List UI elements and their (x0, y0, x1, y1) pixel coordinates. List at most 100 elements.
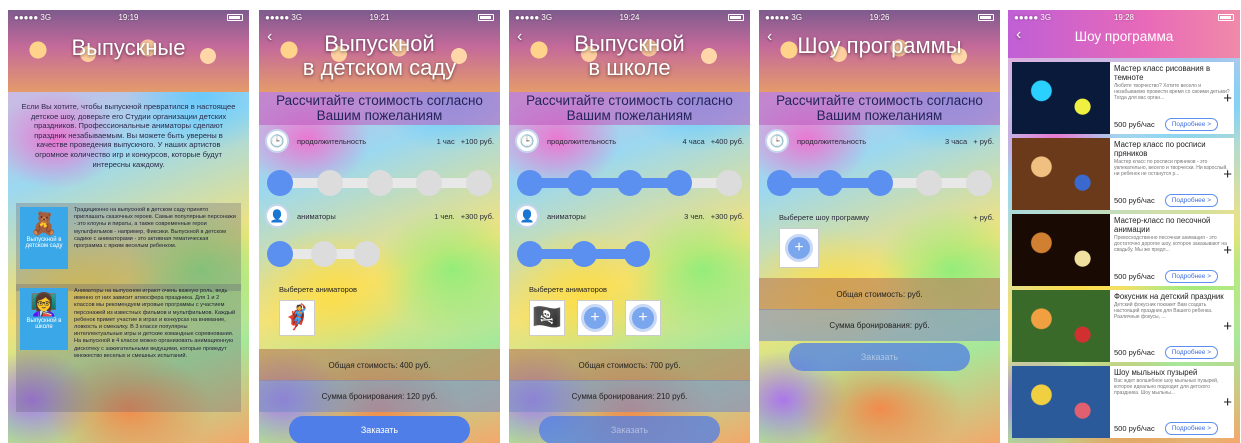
show-info: Мастер класс по росписи пряников Мастер к… (1110, 138, 1234, 210)
duration-row: 🕒 продолжительность 1 час +100 руб. (265, 128, 494, 154)
slider-step[interactable] (566, 170, 593, 196)
signal-indicator: ●●●●● 3G (14, 12, 52, 22)
slider-step[interactable] (816, 170, 843, 196)
plus-icon[interactable]: + (1223, 166, 1232, 183)
slider-handle[interactable] (866, 170, 893, 196)
status-time: 19:26 (869, 12, 890, 22)
slider-step[interactable] (354, 241, 380, 267)
slider-step[interactable] (517, 170, 543, 196)
battery-icon (977, 13, 994, 21)
slider-step[interactable] (466, 170, 492, 196)
show-info: Мастер класс рисования в темноте Любите т… (1110, 62, 1234, 134)
choose-animators-label: Выберете аниматоров (529, 285, 607, 294)
animators-value: 1 чел. (434, 211, 455, 221)
signal-indicator: ●●●●● 3G (765, 12, 803, 22)
status-bar: ●●●●● 3G 19:19 (8, 10, 249, 24)
teddy-bear-icon: 🧸 (30, 211, 58, 236)
calc-heading: Рассчитайте стоимость согласно Вашим пож… (759, 92, 1000, 125)
superhero-icon: 🦸 (282, 304, 312, 331)
show-price: 500 руб/час (1114, 196, 1155, 205)
show-price: 500 руб/час (1114, 424, 1155, 433)
list-item[interactable]: Шоу мыльных пузырей Вас ждет волшебное шо… (1012, 366, 1234, 438)
animators-slider[interactable] (267, 241, 380, 267)
list-item[interactable]: Мастер класс по росписи пряников Мастер к… (1012, 138, 1234, 210)
show-title: Шоу мыльных пузырей (1114, 368, 1198, 377)
add-animator-slot[interactable]: + (625, 300, 661, 336)
animator-thumbnail[interactable]: 🏴‍☠️ (529, 300, 565, 336)
slider-step[interactable] (416, 170, 443, 196)
battery-icon (477, 13, 494, 21)
duration-slider[interactable] (517, 170, 742, 196)
show-price: 500 руб/час (1114, 272, 1155, 281)
show-photo (1012, 138, 1110, 210)
slider-handle[interactable] (267, 170, 293, 196)
order-button[interactable]: Заказать (289, 416, 470, 443)
add-show-slot[interactable]: + (779, 228, 819, 268)
booking-amount: Сумма бронирования: 210 руб. (509, 380, 750, 412)
slider-step[interactable] (517, 241, 543, 267)
more-button[interactable]: Подробнее > (1164, 194, 1218, 207)
tile-kindergarten-graduation[interactable]: 🧸 Выпускной в детском саду (20, 207, 68, 269)
plus-icon[interactable]: + (1223, 242, 1232, 259)
show-select-row: Выберете шоу программу + руб. (779, 204, 994, 230)
slider-step[interactable] (966, 170, 992, 196)
show-photo (1012, 290, 1110, 362)
slider-handle[interactable] (624, 241, 650, 267)
more-button[interactable]: Подробнее > (1164, 346, 1218, 359)
more-button[interactable]: Подробнее > (1164, 118, 1218, 131)
animators-row: 👤 аниматоры 3 чел. +300 руб. (515, 203, 744, 229)
animators-price: +300 руб. (710, 211, 744, 221)
booking-amount: Сумма бронирования: руб. (759, 309, 1000, 341)
animators-price: +300 руб. (460, 211, 494, 221)
more-button[interactable]: Подробнее > (1164, 422, 1218, 435)
choose-animators-label: Выберете аниматоров (279, 285, 357, 294)
screen-school-calculator: ●●●●● 3G 19:24 ‹ Выпускной в школе Рассч… (509, 10, 750, 443)
pirate-icon: 🏴‍☠️ (532, 304, 562, 331)
slider-handle[interactable] (666, 170, 693, 196)
slider-step[interactable] (366, 170, 393, 196)
duration-price: +400 руб. (710, 136, 744, 146)
list-item[interactable]: Фокусник на детский праздник Детский фоку… (1012, 290, 1234, 362)
teacher-board-icon: 👩‍🏫 (30, 292, 58, 317)
show-info: Мастер-класс по песочной анимации Превосх… (1110, 214, 1234, 286)
slider-step[interactable] (716, 170, 742, 196)
feature-description: Аниматоры на выпускном играют очень важн… (74, 288, 236, 359)
plus-icon[interactable]: + (1223, 318, 1232, 335)
total-cost: Общая стоимость: 400 руб. (259, 349, 500, 381)
battery-icon (727, 13, 744, 21)
slider-step[interactable] (310, 241, 337, 267)
duration-row: 🕒 продолжительность 3 часа + руб. (765, 128, 994, 154)
animators-value: 3 чел. (684, 211, 705, 221)
duration-value: 1 час (436, 136, 455, 146)
person-icon: 👤 (515, 204, 539, 228)
show-description: Вас ждет волшебное шоу мыльных пузырей, … (1114, 378, 1219, 396)
order-button[interactable]: Заказать (789, 343, 970, 371)
slider-step[interactable] (570, 241, 597, 267)
plus-icon[interactable]: + (1223, 394, 1232, 411)
slider-step[interactable] (916, 170, 943, 196)
duration-slider[interactable] (767, 170, 992, 196)
tile-label: Выпускной в детском саду (25, 237, 63, 249)
plus-icon[interactable]: + (1223, 90, 1232, 107)
person-icon: 👤 (265, 204, 289, 228)
animators-slider[interactable] (517, 241, 650, 267)
animators-label: аниматоры (547, 211, 586, 221)
tile-school-graduation[interactable]: 👩‍🏫 Выпускной в школе (20, 288, 68, 350)
duration-row: 🕒 продолжительность 4 часа +400 руб. (515, 128, 744, 154)
more-button[interactable]: Подробнее > (1164, 270, 1218, 283)
clock-icon: 🕒 (515, 129, 539, 153)
list-item[interactable]: Мастер класс рисования в темноте Любите т… (1012, 62, 1234, 134)
screen-show-list: ●●●●● 3G 19:28 ‹ Шоу программа Мастер кл… (1008, 10, 1240, 443)
order-button[interactable]: Заказать (539, 416, 720, 443)
slider-handle[interactable] (267, 241, 293, 267)
animator-thumbnail[interactable]: 🦸 (279, 300, 315, 336)
slider-step[interactable] (616, 170, 643, 196)
list-item[interactable]: Мастер-класс по песочной анимации Превосх… (1012, 214, 1234, 286)
slider-step[interactable] (316, 170, 343, 196)
page-title-line1: Выпускной (574, 31, 685, 56)
header-bar: ●●●●● 3G 19:28 ‹ Шоу программа (1008, 10, 1240, 58)
add-animator-slot[interactable]: + (577, 300, 613, 336)
slider-step[interactable] (767, 170, 793, 196)
duration-slider[interactable] (267, 170, 492, 196)
status-time: 19:28 (1113, 12, 1134, 22)
